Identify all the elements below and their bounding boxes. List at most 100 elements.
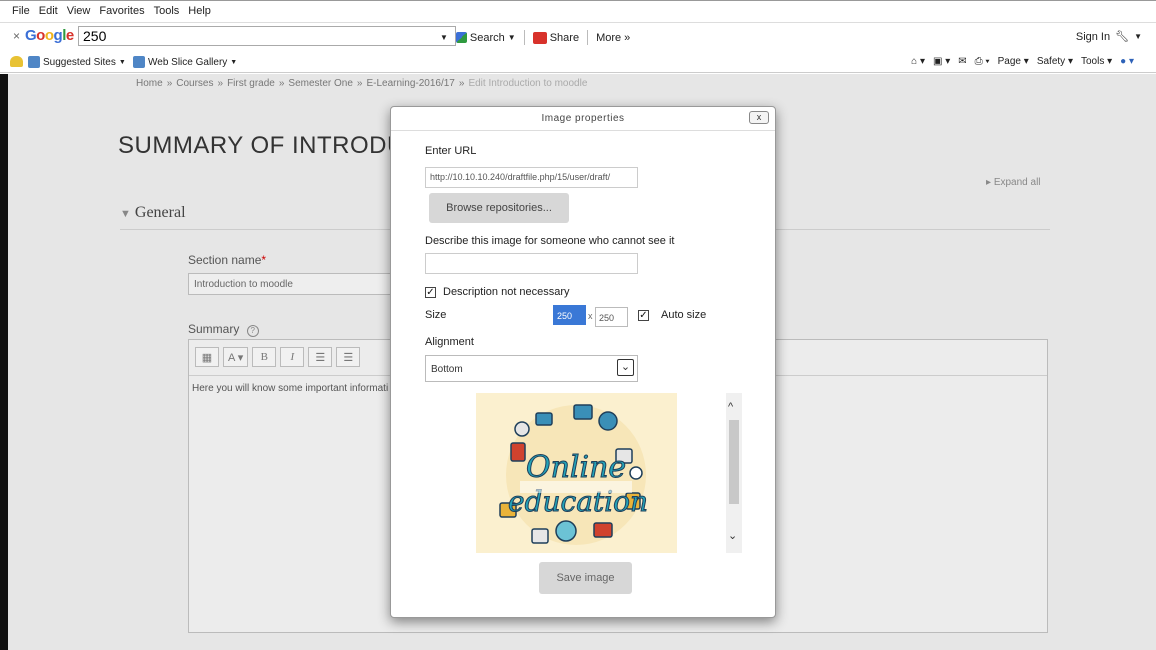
width-input[interactable]: 250 bbox=[553, 305, 586, 325]
help-icon[interactable]: ? bbox=[246, 325, 259, 337]
home-icon[interactable]: ⌂ ▾ bbox=[911, 56, 925, 67]
chevron-down-icon[interactable]: ▼ bbox=[1134, 32, 1142, 41]
preview-scrollbar[interactable]: ^ ⌄ bbox=[726, 393, 742, 553]
browse-repositories-button[interactable]: Browse repositories... bbox=[429, 193, 569, 223]
caret-down-icon: ▼ bbox=[120, 208, 131, 220]
sign-in-area: Sign In 🔧︎ ▼ bbox=[1076, 30, 1142, 44]
share-button[interactable]: Share bbox=[532, 31, 580, 44]
web-slice-gallery-label: Web Slice Gallery bbox=[148, 56, 228, 68]
scroll-down-icon[interactable]: ⌄ bbox=[728, 529, 737, 542]
url-input[interactable]: http://10.10.10.240/draftfile.php/15/use… bbox=[425, 167, 638, 188]
dialog-close-button[interactable]: x bbox=[749, 111, 769, 124]
required-icon: * bbox=[261, 253, 267, 267]
share-icon bbox=[532, 31, 547, 44]
save-image-button[interactable]: Save image bbox=[539, 562, 632, 594]
auto-size-checkbox[interactable]: ✓ bbox=[638, 310, 649, 321]
favorites-bar: Suggested Sites ▼ Web Slice Gallery ▼ ⌂ … bbox=[0, 51, 1156, 73]
breadcrumb-separator: » bbox=[356, 78, 363, 89]
chevron-down-icon[interactable]: ⌄ bbox=[617, 359, 634, 376]
tools-menu[interactable]: Tools ▾ bbox=[1081, 56, 1112, 67]
breadcrumb-separator: » bbox=[278, 78, 285, 89]
scrollbar-thumb[interactable] bbox=[729, 420, 739, 504]
web-slice-gallery-link[interactable]: Web Slice Gallery ▼ bbox=[133, 56, 237, 68]
image-description-input[interactable] bbox=[425, 253, 638, 274]
breadcrumb-separator: » bbox=[217, 78, 224, 89]
print-icon[interactable]: ⎙ ▾ bbox=[975, 56, 990, 67]
favorites-star-icon[interactable] bbox=[10, 56, 23, 67]
google-logo: Google bbox=[25, 27, 74, 44]
bold-icon[interactable]: B bbox=[252, 347, 277, 367]
toolbar-toggle-icon[interactable]: ▦ bbox=[195, 347, 219, 367]
page-menu-label: Page bbox=[997, 56, 1021, 67]
general-label: General bbox=[134, 204, 186, 221]
feeds-icon[interactable]: ▣ ▾ bbox=[933, 56, 950, 67]
dialog-title: Image properties bbox=[541, 113, 625, 124]
breadcrumb-courses[interactable]: Courses bbox=[176, 78, 213, 89]
italic-icon[interactable]: I bbox=[280, 347, 305, 367]
safety-menu-label: Safety bbox=[1036, 56, 1066, 67]
safety-menu[interactable]: Safety ▾ bbox=[1037, 56, 1073, 67]
menu-view[interactable]: View bbox=[67, 5, 91, 17]
share-button-label: Share bbox=[549, 31, 580, 44]
bullet-list-icon[interactable]: ☰ bbox=[308, 347, 333, 367]
numbered-list-icon[interactable]: ☰ bbox=[336, 347, 361, 367]
summary-label: Summary ? bbox=[188, 322, 259, 337]
menu-tools[interactable]: Tools bbox=[154, 5, 180, 17]
help-icon[interactable]: ● ▾ bbox=[1120, 56, 1134, 67]
chevron-down-icon: ▼ bbox=[507, 33, 516, 42]
size-separator: x bbox=[588, 311, 593, 321]
summary-text: Summary bbox=[188, 322, 240, 336]
menu-help[interactable]: Help bbox=[188, 5, 211, 17]
suggested-sites-label: Suggested Sites bbox=[43, 56, 116, 68]
height-input[interactable]: 250 bbox=[595, 307, 628, 327]
search-button-label: Search bbox=[469, 31, 505, 44]
menu-edit[interactable]: Edit bbox=[39, 5, 58, 17]
description-not-necessary-checkbox[interactable]: ✓ bbox=[425, 287, 436, 298]
search-button[interactable]: Search ▼ bbox=[455, 31, 516, 44]
search-dropdown-icon[interactable]: ▼ bbox=[440, 33, 448, 42]
expand-all-link[interactable]: ▸ Expand all bbox=[986, 177, 1041, 188]
close-toolbar-icon[interactable]: × bbox=[13, 29, 20, 43]
suggested-sites-link[interactable]: Suggested Sites ▼ bbox=[28, 56, 126, 68]
page-menu[interactable]: Page ▾ bbox=[998, 56, 1029, 67]
size-label: Size bbox=[425, 309, 447, 321]
section-name-text: Section name bbox=[188, 253, 262, 267]
menu-file[interactable]: File bbox=[12, 5, 30, 17]
command-bar: ⌂ ▾ ▣ ▾ ✉ ⎙ ▾ Page ▾ Safety ▾ Tools ▾ ● … bbox=[911, 56, 1134, 67]
scroll-up-icon[interactable]: ^ bbox=[728, 401, 733, 413]
breadcrumb-separator: » bbox=[458, 78, 465, 89]
more-button[interactable]: More » bbox=[596, 32, 630, 44]
wrench-icon[interactable]: 🔧︎ bbox=[1115, 30, 1129, 43]
google-toolbar: × Google 250 ▼ Search ▼ Share More » Sig… bbox=[0, 22, 1156, 50]
breadcrumb-current: Edit Introduction to moodle bbox=[468, 78, 588, 89]
breadcrumb: Home » Courses » First grade » Semester … bbox=[136, 78, 587, 89]
alignment-value: Bottom bbox=[431, 364, 463, 375]
toolbar-separator bbox=[587, 30, 589, 45]
breadcrumb-semester-one[interactable]: Semester One bbox=[288, 78, 352, 89]
auto-size-label: Auto size bbox=[661, 309, 707, 321]
chevron-down-icon: ▼ bbox=[230, 58, 238, 66]
menu-bar: File Edit View Favorites Tools Help bbox=[0, 0, 1156, 20]
font-style-icon[interactable]: A ▾ bbox=[223, 347, 249, 367]
section-name-label: Section name* bbox=[188, 253, 266, 267]
google-search-icon bbox=[455, 32, 467, 43]
ie-page-icon bbox=[28, 56, 40, 68]
chevron-down-icon: ▼ bbox=[118, 58, 126, 66]
alignment-select[interactable]: Bottom ⌄ bbox=[425, 355, 638, 382]
mail-icon[interactable]: ✉ bbox=[958, 56, 966, 67]
breadcrumb-separator: » bbox=[166, 78, 173, 89]
ie-page-icon bbox=[133, 56, 145, 68]
breadcrumb-home[interactable]: Home bbox=[136, 78, 163, 89]
breadcrumb-e-learning[interactable]: E-Learning-2016/17 bbox=[366, 78, 454, 89]
caret-right-icon: ▸ bbox=[986, 177, 992, 188]
google-search-input[interactable]: 250 bbox=[78, 26, 456, 46]
menu-favorites[interactable]: Favorites bbox=[99, 5, 144, 17]
toolbar-separator bbox=[523, 30, 525, 45]
dialog-header: Image properties bbox=[391, 107, 775, 131]
image-properties-dialog: Image properties x Enter URL http://10.1… bbox=[390, 106, 776, 618]
breadcrumb-first-grade[interactable]: First grade bbox=[227, 78, 275, 89]
sign-in-link[interactable]: Sign In bbox=[1076, 31, 1110, 43]
description-not-necessary-label: Description not necessary bbox=[443, 286, 570, 298]
tools-menu-label: Tools bbox=[1080, 56, 1105, 67]
general-section-header[interactable]: ▼ General bbox=[120, 204, 186, 222]
